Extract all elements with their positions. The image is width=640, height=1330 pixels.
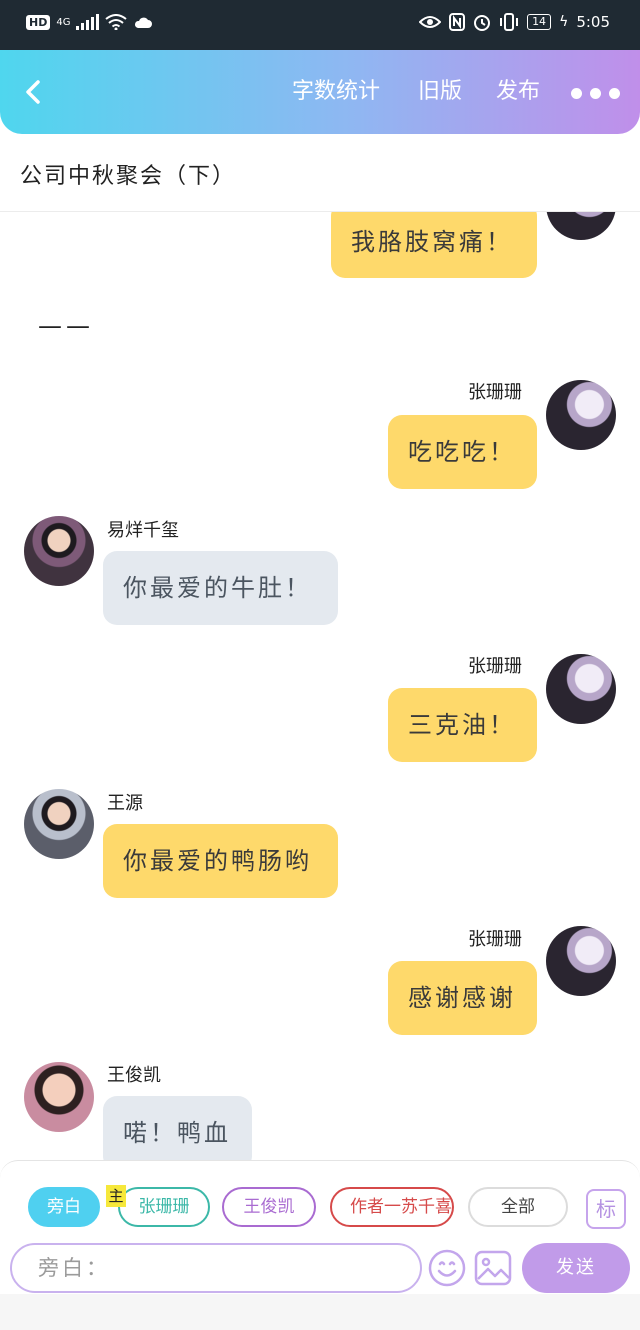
role-narration-button[interactable]: 旁白 [28, 1187, 100, 1227]
system-nav-bar [0, 1294, 640, 1330]
charging-icon: ϟ [559, 14, 569, 30]
avatar-zhang[interactable] [546, 654, 616, 724]
message-bubble-right[interactable]: 感谢感谢 [388, 961, 537, 1035]
alarm-icon [474, 15, 491, 31]
nfc-icon [449, 13, 466, 31]
app-header: 字数统计 旧版 发布 [0, 50, 640, 134]
battery-indicator: 14 [527, 14, 552, 30]
cloud-icon [135, 17, 153, 28]
avatar-zhang[interactable] [546, 212, 616, 240]
avatar-wangjunkai[interactable] [24, 1062, 94, 1132]
tag-button[interactable]: 标 [586, 1189, 626, 1229]
eye-icon [419, 16, 442, 28]
hd-badge: HD [26, 14, 51, 30]
compose-panel: 旁白 张珊珊 主 王俊凯 作者一苏千喜 全部 标 旁白： 发送 [0, 1160, 640, 1294]
sender-name: 张珊珊 [468, 929, 522, 950]
all-roles-button[interactable]: 全部 [468, 1187, 568, 1227]
message-bubble-left[interactable]: 你最爱的鸭肠哟 [103, 824, 338, 898]
avatar-zhang[interactable] [546, 926, 616, 996]
emoji-icon[interactable] [428, 1249, 466, 1287]
role-author-button[interactable]: 作者一苏千喜 [330, 1187, 454, 1227]
clock: 5:05 [576, 13, 610, 31]
avatar-yiyang[interactable] [24, 516, 94, 586]
role-wangjunkai-button[interactable]: 王俊凯 [222, 1187, 316, 1227]
word-count-button[interactable]: 字数统计 [292, 78, 380, 106]
message-bubble-right[interactable]: 三克油！ [388, 688, 537, 762]
avatar-zhang[interactable] [546, 380, 616, 450]
old-version-button[interactable]: 旧版 [418, 78, 462, 106]
message-input[interactable]: 旁白： [10, 1243, 422, 1293]
title-bar: 公司中秋聚会（下） [0, 134, 640, 212]
more-options-icon[interactable] [571, 88, 620, 99]
message-bubble-right[interactable]: 我胳肢窝痛！ [331, 212, 537, 278]
sender-name: 张珊珊 [468, 656, 522, 677]
chat-list[interactable]: 我胳肢窝痛！ —— 张珊珊 吃吃吃！ 易烊千玺 你最爱的牛肚！ 张珊珊 三克油！… [0, 212, 640, 1160]
role-zhang-button[interactable]: 张珊珊 [118, 1187, 210, 1227]
status-bar: HD 4G 14 ϟ 5:05 [0, 0, 640, 50]
story-title[interactable]: 公司中秋聚会（下） [20, 158, 236, 190]
message-bubble-right[interactable]: 吃吃吃！ [388, 415, 537, 489]
sender-name: 王俊凯 [107, 1065, 161, 1086]
network-type: 4G [56, 16, 71, 28]
message-bubble-left[interactable]: 喏！鸭血 [103, 1096, 252, 1160]
signal-icon [76, 14, 100, 30]
sender-name: 王源 [107, 793, 143, 814]
vibrate-icon [500, 13, 519, 31]
main-role-tag: 主 [106, 1185, 126, 1207]
avatar-wangyuan[interactable] [24, 789, 94, 859]
send-button[interactable]: 发送 [522, 1243, 630, 1293]
back-arrow-icon[interactable] [20, 78, 48, 106]
publish-button[interactable]: 发布 [496, 78, 540, 106]
image-icon[interactable] [474, 1249, 512, 1287]
narration-text[interactable]: —— [38, 312, 94, 340]
sender-name: 张珊珊 [468, 382, 522, 403]
sender-name: 易烊千玺 [107, 520, 179, 541]
message-bubble-left[interactable]: 你最爱的牛肚！ [103, 551, 338, 625]
wifi-icon [105, 14, 128, 30]
